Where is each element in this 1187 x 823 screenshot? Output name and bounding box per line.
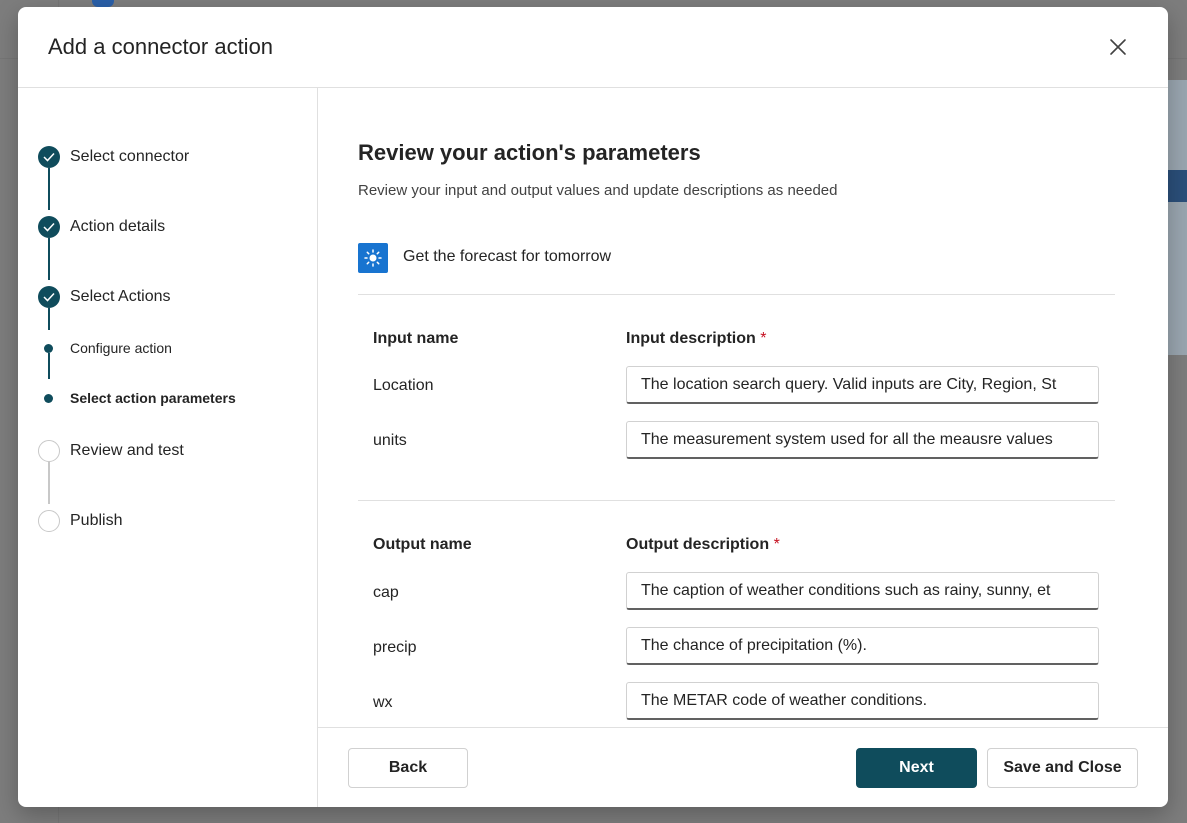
- wizard-steps: Select connector Action details Select A…: [18, 88, 318, 807]
- required-marker: *: [773, 536, 780, 553]
- step-label: Select action parameters: [70, 390, 236, 406]
- step-label: Action details: [70, 218, 166, 235]
- step-connector: [48, 238, 50, 280]
- output-name: precip: [373, 639, 417, 656]
- step-pending-indicator: [38, 440, 60, 462]
- action-name: Get the forecast for tomorrow: [403, 248, 612, 265]
- background-panel: [1168, 80, 1187, 355]
- substep-dot: [44, 394, 53, 403]
- input-name: units: [373, 432, 407, 449]
- parameters-panel: Review your action's parameters Review y…: [318, 88, 1168, 728]
- checkmark-icon: [43, 292, 55, 302]
- step-label: Review and test: [70, 442, 184, 459]
- step-connector: [48, 168, 50, 210]
- checkmark-icon: [43, 152, 55, 162]
- step-label: Publish: [70, 512, 123, 529]
- step-label: Select connector: [70, 148, 190, 165]
- output-description-field[interactable]: The METAR code of weather conditions.: [626, 682, 1099, 720]
- output-description-header: Output description *: [626, 536, 780, 554]
- input-description-header-label: Input description: [626, 330, 756, 347]
- background-band: [1168, 170, 1187, 202]
- input-name-header: Input name: [373, 330, 459, 347]
- dialog-footer: Back Next Save and Close: [318, 727, 1168, 807]
- output-description-field[interactable]: The caption of weather conditions such a…: [626, 572, 1099, 610]
- connector-action-dialog: Add a connector action Select connector …: [18, 7, 1168, 807]
- output-name: cap: [373, 584, 399, 601]
- dialog-header: Add a connector action: [18, 7, 1168, 88]
- input-description-header: Input description *: [626, 330, 766, 348]
- step-label: Select Actions: [70, 288, 171, 305]
- section-divider: [358, 500, 1115, 501]
- output-description-field[interactable]: The chance of precipitation (%).: [626, 627, 1099, 665]
- back-button[interactable]: Back: [348, 748, 468, 788]
- output-name: wx: [373, 694, 393, 711]
- required-marker: *: [760, 330, 767, 347]
- weather-sun-icon: [358, 243, 388, 273]
- output-description-header-label: Output description: [626, 536, 770, 553]
- save-and-close-button[interactable]: Save and Close: [987, 748, 1138, 788]
- input-description-field[interactable]: The measurement system used for all the …: [626, 421, 1099, 459]
- close-icon: [1110, 39, 1126, 55]
- dialog-title: Add a connector action: [48, 34, 274, 59]
- step-done-indicator: [38, 146, 60, 168]
- input-description-field[interactable]: The location search query. Valid inputs …: [626, 366, 1099, 404]
- next-button[interactable]: Next: [856, 748, 977, 788]
- close-button[interactable]: [1106, 35, 1130, 59]
- output-name-header: Output name: [373, 536, 472, 553]
- input-name: Location: [373, 377, 434, 394]
- step-label: Configure action: [70, 340, 172, 356]
- step-connector: [48, 462, 50, 504]
- step-done-indicator: [38, 286, 60, 308]
- step-done-indicator: [38, 216, 60, 238]
- page-title: Review your action's parameters: [358, 140, 701, 165]
- page-subtitle: Review your input and output values and …: [358, 182, 838, 199]
- step-pending-indicator: [38, 510, 60, 532]
- substep-dot: [44, 344, 53, 353]
- background-chip: [92, 0, 114, 7]
- section-divider: [358, 294, 1115, 295]
- checkmark-icon: [43, 222, 55, 232]
- step-connector: [48, 353, 50, 379]
- step-connector: [48, 308, 50, 330]
